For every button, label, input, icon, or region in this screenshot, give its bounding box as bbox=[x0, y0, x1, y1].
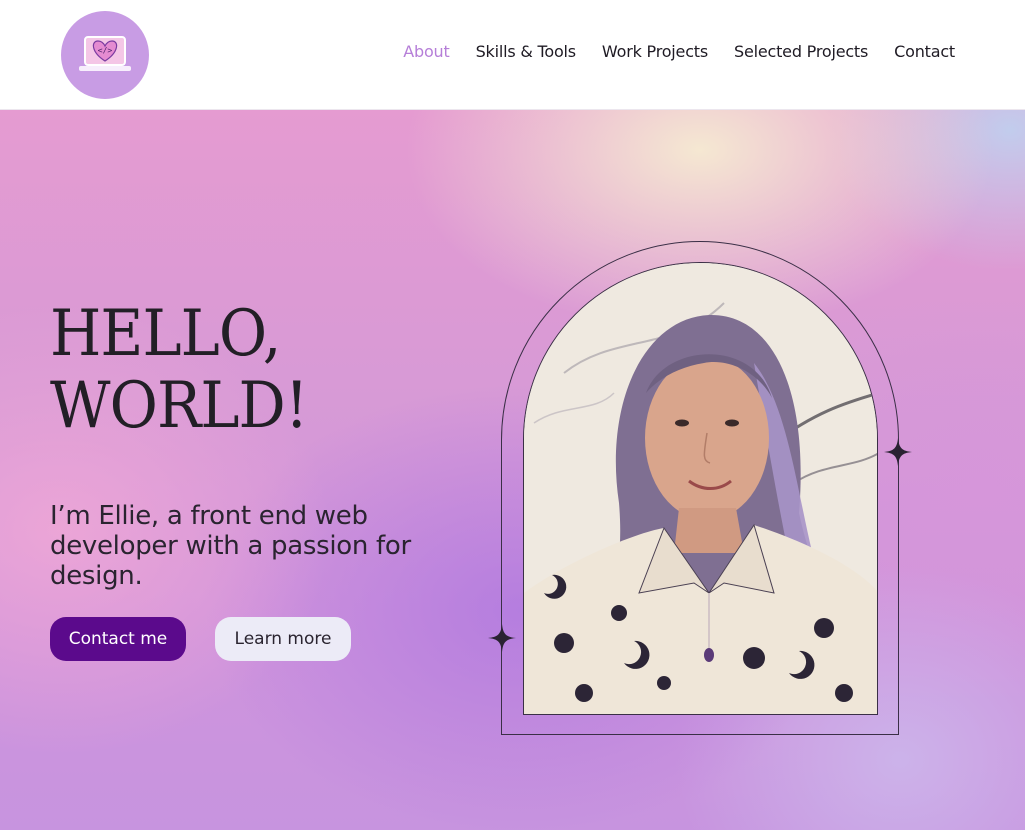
hero-heading: HELLO, WORLD! bbox=[50, 298, 308, 442]
site-header: </> About Skills & Tools Work Projects S… bbox=[0, 0, 1025, 110]
four-point-star-icon bbox=[884, 438, 912, 466]
portrait-photo bbox=[523, 262, 878, 715]
nav-selected-projects[interactable]: Selected Projects bbox=[734, 42, 868, 61]
main-nav: About Skills & Tools Work Projects Selec… bbox=[403, 42, 955, 61]
hero-intro: I’m Ellie, a front end web developer wit… bbox=[50, 501, 411, 591]
learn-more-button[interactable]: Learn more bbox=[215, 617, 351, 661]
laptop-heart-code-icon: </> bbox=[79, 36, 131, 71]
svg-text:</>: </> bbox=[98, 46, 113, 55]
nav-work-projects[interactable]: Work Projects bbox=[602, 42, 708, 61]
nav-contact[interactable]: Contact bbox=[894, 42, 955, 61]
four-point-star-icon bbox=[488, 624, 516, 652]
hero-heading-line1: HELLO, bbox=[50, 297, 281, 371]
hero-section: HELLO, WORLD! I’m Ellie, a front end web… bbox=[0, 110, 1025, 830]
logo[interactable]: </> bbox=[61, 11, 149, 99]
nav-skills-tools[interactable]: Skills & Tools bbox=[476, 42, 577, 61]
nav-about[interactable]: About bbox=[403, 42, 450, 61]
contact-me-button[interactable]: Contact me bbox=[50, 617, 186, 661]
hero-heading-line2: WORLD! bbox=[50, 369, 308, 443]
